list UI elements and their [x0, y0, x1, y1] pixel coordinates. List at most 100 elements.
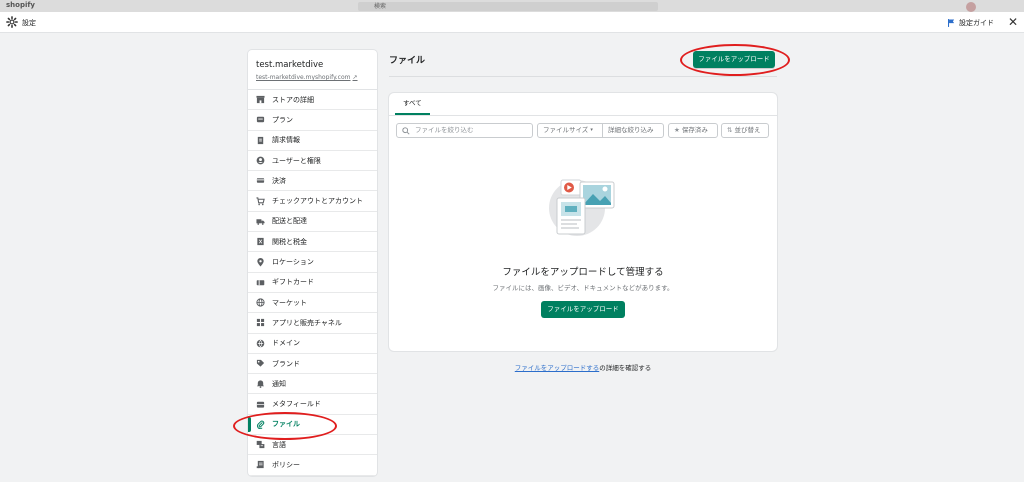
sidebar-item-label: ファイル	[272, 420, 300, 429]
filter-files-input[interactable]: ファイルを絞り込む	[396, 123, 533, 138]
sidebar-item-label: プラン	[272, 115, 293, 124]
paperclip-icon	[256, 420, 265, 429]
tab-all[interactable]: すべて	[395, 93, 430, 115]
domain-icon	[256, 339, 265, 347]
gift-card-icon	[256, 280, 265, 286]
plan-icon	[256, 117, 265, 123]
sidebar-item-globe[interactable]: マーケット	[248, 293, 377, 314]
more-filters-label: 詳細な絞り込み	[608, 126, 654, 134]
sidebar-item-apps[interactable]: アプリと販売チャネル	[248, 313, 377, 334]
store-header: test.marketdive test-marketdive.myshopif…	[248, 50, 377, 90]
sidebar-item-label: ユーザーと権限	[272, 156, 321, 165]
caret-down-icon: ▾	[590, 127, 593, 133]
shopify-logo: shopify	[6, 1, 35, 9]
setup-guide-label: 設定ガイド	[959, 19, 994, 27]
payment-icon	[256, 178, 265, 184]
close-icon[interactable]: ✕	[1006, 15, 1020, 29]
sidebar-item-label: アプリと販売チャネル	[272, 318, 342, 327]
sidebar-item-paperclip[interactable]: ファイル	[248, 415, 377, 436]
settings-sidebar: test.marketdive test-marketdive.myshopif…	[248, 50, 377, 476]
sidebar-item-label: ブランド	[272, 359, 300, 368]
sidebar-item-label: チェックアウトとアカウント	[272, 197, 363, 206]
sidebar-item-label: 言語	[272, 440, 286, 449]
tab-divider	[389, 115, 777, 116]
sidebar-item-billing[interactable]: 請求情報	[248, 131, 377, 151]
bell-icon	[256, 380, 265, 389]
star-icon: ★	[674, 126, 680, 134]
saved-filters-button[interactable]: ★ 保存済み	[668, 123, 718, 138]
sidebar-item-label: 配送と配達	[272, 217, 307, 226]
metafield-icon	[256, 401, 265, 408]
empty-state-description: ファイルには、画像、ビデオ、ドキュメントなどがあります。	[492, 284, 674, 292]
sidebar-nav: ストアの詳細 プラン請求情報ユーザーと権限 決済チェックアウトとアカウント 配送と配達…	[248, 90, 377, 476]
sidebar-item-label: ポリシー	[272, 460, 300, 469]
search-icon	[402, 127, 410, 135]
sidebar-item-user[interactable]: ユーザーと権限	[248, 151, 377, 172]
sidebar-item-label: ギフトカード	[272, 278, 314, 287]
header-divider	[389, 76, 777, 77]
gear-icon	[6, 16, 18, 28]
sort-label: 並び替え	[734, 126, 761, 134]
setup-guide-button[interactable]: 設定ガイド	[948, 18, 994, 28]
file-size-filter-button[interactable]: ファイルサイズ ▾	[537, 123, 603, 138]
sidebar-item-label: 通知	[272, 379, 286, 388]
sort-button[interactable]: ⇅ 並び替え	[721, 123, 769, 138]
sidebar-item-domain[interactable]: ドメイン	[248, 334, 377, 354]
cart-icon	[256, 196, 265, 205]
empty-state-upload-button[interactable]: ファイルをアップロード	[541, 301, 625, 318]
learn-more: ファイルをアップロードするの詳細を確認する	[389, 362, 777, 372]
tax-icon	[257, 238, 264, 246]
user-icon	[256, 156, 265, 165]
sidebar-item-gift-card[interactable]: ギフトカード	[248, 273, 377, 293]
store-url-link[interactable]: test-marketdive.myshopify.com ↗	[256, 74, 369, 81]
brand-icon	[256, 359, 265, 367]
sidebar-item-label: 請求情報	[272, 136, 300, 145]
language-icon	[256, 441, 265, 449]
globe-icon	[256, 298, 265, 307]
sidebar-item-label: メタフィールド	[272, 400, 321, 409]
settings-header: 設定 設定ガイド ✕	[0, 12, 1024, 33]
apps-icon	[256, 319, 265, 327]
more-filters-button[interactable]: 詳細な絞り込み	[602, 123, 664, 138]
store-url-text: test-marketdive.myshopify.com	[256, 74, 351, 81]
settings-title: 設定	[22, 19, 36, 27]
sidebar-item-location[interactable]: ロケーション	[248, 252, 377, 273]
sidebar-item-payment[interactable]: 決済	[248, 171, 377, 192]
sidebar-item-brand[interactable]: ブランド	[248, 354, 377, 375]
store-name: test.marketdive	[256, 60, 324, 70]
flag-icon	[948, 19, 955, 27]
filter-files-placeholder: ファイルを絞り込む	[415, 126, 474, 134]
empty-files-illustration-icon	[549, 179, 615, 236]
sidebar-item-language[interactable]: 言語	[248, 435, 377, 456]
sidebar-item-bell[interactable]: 通知	[248, 374, 377, 395]
admin-top-bar: shopify 検索	[0, 0, 1024, 12]
upload-file-button[interactable]: ファイルをアップロード	[693, 51, 775, 68]
files-card: すべて ファイルを絞り込む ファイルサイズ ▾ 詳細な絞り込み ★ 保存済み ⇅…	[389, 93, 777, 351]
policy-icon	[256, 461, 264, 469]
billing-icon	[257, 136, 264, 144]
sidebar-item-label: ストアの詳細	[272, 95, 314, 104]
sort-icon: ⇅	[727, 126, 733, 134]
learn-more-link[interactable]: ファイルをアップロードする	[515, 364, 600, 372]
sidebar-item-metafield[interactable]: メタフィールド	[248, 394, 377, 415]
store-icon	[256, 96, 265, 104]
admin-search-input[interactable]: 検索	[358, 2, 658, 11]
avatar[interactable]	[966, 2, 976, 12]
sidebar-item-tax[interactable]: 関税と税金	[248, 232, 377, 253]
external-link-icon: ↗	[352, 74, 358, 81]
sidebar-item-plan[interactable]: プラン	[248, 110, 377, 131]
sidebar-item-truck[interactable]: 配送と配達	[248, 212, 377, 233]
sidebar-item-store[interactable]: ストアの詳細	[248, 90, 377, 111]
empty-state-title: ファイルをアップロードして管理する	[502, 267, 664, 278]
sidebar-item-label: 決済	[272, 176, 286, 185]
page-title: ファイル	[389, 56, 426, 66]
sidebar-item-label: 関税と税金	[272, 237, 307, 246]
truck-icon	[256, 219, 265, 225]
saved-label: 保存済み	[681, 126, 708, 134]
learn-more-suffix: の詳細を確認する	[599, 364, 652, 372]
sidebar-item-label: ドメイン	[272, 339, 300, 348]
location-icon	[257, 257, 264, 267]
sidebar-item-label: ロケーション	[272, 258, 314, 267]
sidebar-item-policy[interactable]: ポリシー	[248, 455, 377, 476]
sidebar-item-cart[interactable]: チェックアウトとアカウント	[248, 191, 377, 212]
